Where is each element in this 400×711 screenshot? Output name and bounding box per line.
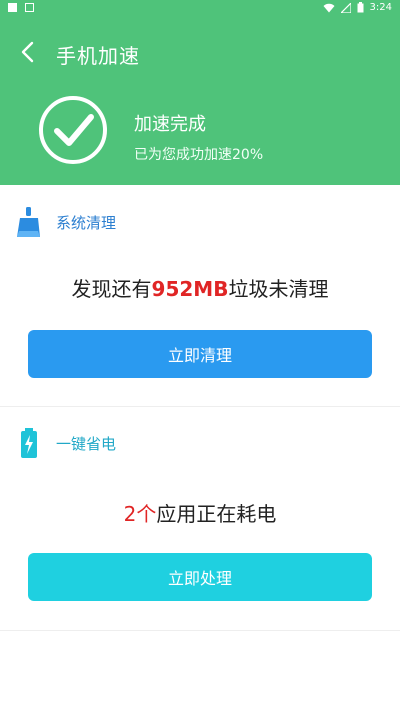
notification-icons — [8, 3, 34, 12]
top-bar: 手机加速 — [0, 34, 400, 70]
status-bar: 3:24 — [0, 0, 400, 18]
cleanup-header: 系统清理 — [16, 207, 116, 237]
header: 3:24 手机加速 加速完成 已为您成功加速20% — [0, 0, 400, 185]
cleanup-label: 系统清理 — [56, 213, 117, 232]
power-msg-suffix: 应用正在耗电 — [156, 502, 277, 526]
notification-icon — [8, 3, 17, 12]
wifi-icon — [323, 3, 335, 12]
cleanup-message: 发现还有952MB垃圾未清理 — [0, 273, 400, 302]
check-circle-icon — [39, 96, 107, 164]
status-right: 3:24 — [323, 2, 392, 13]
junk-size: 952MB — [151, 277, 229, 301]
notification-a-icon — [25, 3, 34, 12]
cleanup-card: 系统清理 发现还有952MB垃圾未清理 立即清理 — [0, 185, 400, 407]
chevron-left-icon — [21, 41, 34, 63]
power-card: 一键省电 2个应用正在耗电 立即处理 — [0, 406, 400, 631]
battery-charging-icon — [21, 428, 37, 458]
clean-now-button[interactable]: 立即清理 — [28, 330, 372, 378]
power-header: 一键省电 — [16, 428, 116, 458]
power-label: 一键省电 — [56, 434, 117, 453]
broom-icon — [17, 207, 40, 237]
signal-icon — [340, 2, 351, 13]
back-button[interactable] — [14, 38, 42, 66]
power-message: 2个应用正在耗电 — [0, 498, 400, 527]
page-title: 手机加速 — [56, 44, 140, 68]
result-title: 加速完成 — [134, 114, 206, 135]
cleanup-msg-prefix: 发现还有 — [71, 277, 152, 301]
cleanup-msg-suffix: 垃圾未清理 — [228, 277, 329, 301]
status-time: 3:24 — [369, 2, 392, 13]
battery-icon — [357, 2, 364, 13]
result-subtitle: 已为您成功加速20% — [134, 147, 264, 163]
app-count: 2个 — [123, 502, 157, 526]
handle-now-button[interactable]: 立即处理 — [28, 553, 372, 601]
